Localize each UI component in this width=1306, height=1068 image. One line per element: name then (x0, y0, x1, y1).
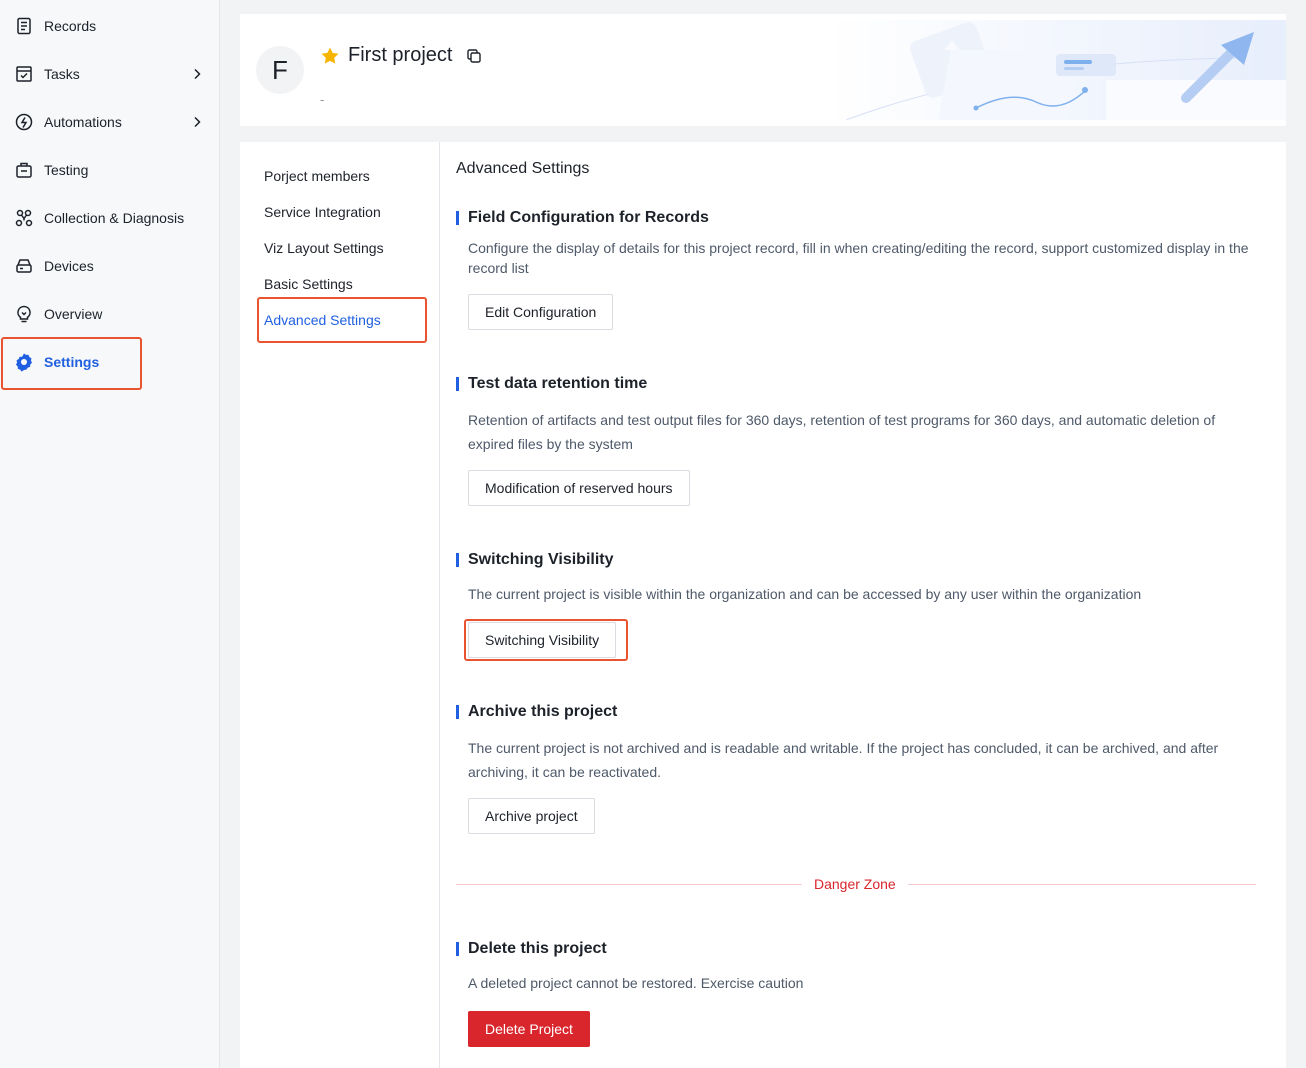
sidebar-item-label: Automations (44, 114, 122, 130)
sidebar: Records Tasks Automations Testing Collec… (0, 0, 220, 1068)
section-title-archive: Archive this project (456, 702, 617, 722)
sidebar-item-label: Overview (44, 306, 103, 322)
section-desc-field-configuration: Configure the display of details for thi… (468, 240, 1249, 276)
project-title: First project (348, 44, 453, 66)
sidebar-item-label: Settings (44, 354, 100, 370)
settings-card: Porject members Service Integration Viz … (240, 142, 1286, 1068)
settings-nav-basic-settings[interactable]: Basic Settings (264, 274, 353, 294)
section-title-delete: Delete this project (456, 939, 607, 959)
header-decoration (826, 20, 1286, 120)
page-title: Advanced Settings (456, 160, 590, 177)
settings-nav-viz-layout-settings[interactable]: Viz Layout Settings (264, 238, 384, 258)
section-title-switching-visibility: Switching Visibility (456, 550, 614, 570)
edit-configuration-button[interactable]: Edit Configuration (468, 294, 614, 330)
section-desc-delete: A deleted project cannot be restored. Ex… (468, 975, 804, 991)
section-title-field-configuration: Field Configuration for Records (456, 208, 709, 228)
section-desc-archive: The current project is not archived and … (468, 740, 1219, 780)
settings-nav-service-integration[interactable]: Service Integration (264, 202, 381, 222)
sidebar-item-overview[interactable]: Overview (0, 290, 219, 338)
project-avatar: F (256, 46, 304, 94)
sidebar-item-label: Tasks (44, 66, 80, 82)
modify-reserved-hours-button[interactable]: Modification of reserved hours (468, 470, 690, 506)
overview-icon (14, 304, 34, 324)
project-header: F First project - (240, 14, 1286, 126)
settings-nav-advanced-settings[interactable]: Advanced Settings (264, 310, 381, 330)
delete-project-button[interactable]: Delete Project (468, 1011, 590, 1047)
sidebar-item-label: Records (44, 18, 97, 34)
collection-diagnosis-icon (14, 208, 34, 228)
sidebar-item-label: Testing (44, 162, 89, 178)
advanced-settings-content: Advanced Settings Field Configuration fo… (456, 142, 1272, 1068)
devices-icon (14, 256, 34, 276)
tasks-icon (14, 64, 34, 84)
star-icon[interactable] (320, 46, 340, 66)
section-desc-data-retention: Retention of artifacts and test output f… (468, 412, 1216, 452)
switching-visibility-button[interactable]: Switching Visibility (468, 622, 617, 658)
automations-icon (14, 112, 34, 132)
sidebar-item-testing[interactable]: Testing (0, 146, 219, 194)
sidebar-item-automations[interactable]: Automations (0, 98, 219, 146)
section-title-data-retention: Test data retention time (456, 374, 647, 394)
chevron-right-icon[interactable] (189, 66, 205, 82)
sidebar-item-tasks[interactable]: Tasks (0, 50, 219, 98)
settings-nav-project-members[interactable]: Porject members (264, 166, 370, 186)
sidebar-item-label: Collection & Diagnosis (44, 210, 185, 226)
project-title-row: First project (320, 44, 482, 67)
settings-nav: Porject members Service Integration Viz … (240, 142, 440, 1068)
archive-project-button[interactable]: Archive project (468, 798, 595, 834)
section-desc-switching-visibility: The current project is visible within th… (468, 586, 1142, 602)
danger-zone-label: Danger Zone (802, 876, 908, 892)
sidebar-item-records[interactable]: Records (0, 2, 219, 50)
sidebar-item-settings[interactable]: Settings (0, 338, 219, 386)
testing-icon (14, 160, 34, 180)
records-icon (14, 16, 34, 36)
sidebar-item-label: Devices (44, 258, 94, 274)
sidebar-item-devices[interactable]: Devices (0, 242, 219, 290)
project-subtitle: - (320, 92, 325, 107)
chevron-right-icon[interactable] (189, 114, 205, 130)
settings-icon (14, 352, 34, 372)
sidebar-item-collection-diagnosis[interactable]: Collection & Diagnosis (0, 194, 219, 242)
copy-icon[interactable] (466, 48, 482, 64)
